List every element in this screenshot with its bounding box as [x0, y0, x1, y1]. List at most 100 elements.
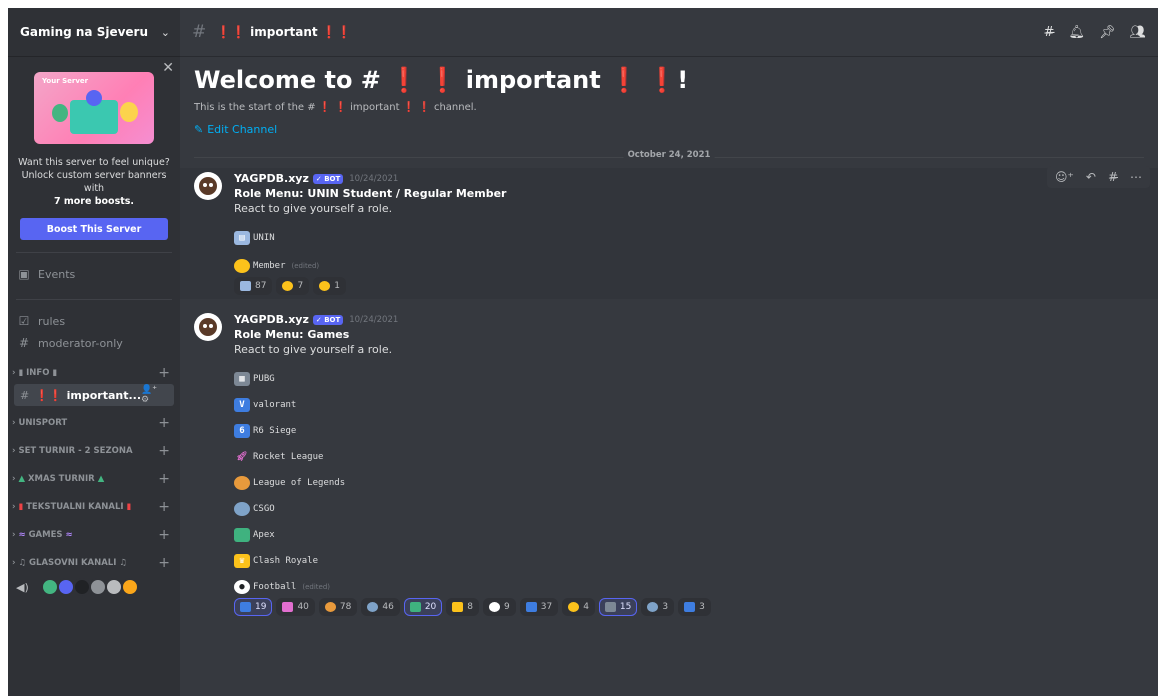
- hash-icon: #: [20, 388, 30, 402]
- calendar-icon: ▣: [18, 267, 30, 281]
- reaction-rocket[interactable]: 40: [276, 598, 315, 616]
- bell-icon[interactable]: 🔔︎: [1068, 25, 1085, 40]
- message-title: Role Menu: Games: [234, 328, 350, 341]
- reaction-book[interactable]: 87: [234, 277, 273, 295]
- close-icon[interactable]: ✕: [162, 60, 174, 76]
- role-option: CSGO: [234, 502, 1144, 516]
- reaction-valorant[interactable]: 37: [519, 598, 559, 616]
- channel-settings-icons[interactable]: 👤⁺ ⚙: [141, 385, 168, 405]
- channel-label: moderator-only: [38, 336, 123, 350]
- category-label: › ▮ TEKSTUALNI KANALI ▮: [12, 502, 132, 512]
- channel-important-active[interactable]: # ❗❗ important... 👤⁺ ⚙: [14, 384, 174, 406]
- avatar[interactable]: [194, 313, 222, 341]
- banner-decoration: [86, 90, 102, 106]
- server-name: Gaming na Sjeveru: [20, 25, 149, 39]
- reaction-apex[interactable]: 20: [403, 598, 443, 616]
- reaction-pubg[interactable]: 15: [598, 598, 638, 616]
- role-option: Member (edited): [234, 259, 1144, 273]
- banner-decoration: [52, 104, 68, 122]
- role-option: 6 R6 Siege: [234, 424, 1144, 438]
- reaction-cloud[interactable]: 3: [641, 598, 675, 616]
- role-option: ♛ Clash Royale: [234, 554, 1144, 568]
- hash-icon: #: [18, 336, 30, 350]
- plus-icon[interactable]: +: [158, 499, 170, 515]
- bot-badge: ✓ BOT: [312, 173, 344, 184]
- message-timestamp: 10/24/2021: [349, 314, 399, 325]
- boost-server-button[interactable]: Boost This Server: [20, 218, 168, 240]
- message[interactable]: YAGPDB.xyz ✓ BOT 10/24/2021 Role Menu: G…: [180, 309, 1158, 620]
- reaction-baby[interactable]: 7: [276, 277, 310, 295]
- role-option: 🚀︎ Rocket League: [234, 450, 1144, 464]
- reaction-sunglasses[interactable]: 4: [562, 598, 595, 616]
- pencil-icon: ✎: [194, 123, 204, 136]
- plus-icon[interactable]: +: [158, 527, 170, 543]
- category-unisport[interactable]: › UNISPORT +: [8, 412, 180, 434]
- category-label: › ♫ GLASOVNI KANALI ♫: [12, 558, 127, 568]
- channel-rules[interactable]: ☑ rules: [8, 310, 180, 332]
- plus-icon[interactable]: +: [158, 365, 170, 381]
- message-text: React to give yourself a role.: [234, 202, 393, 215]
- category-info[interactable]: › ▮ INFO ▮ +: [8, 362, 180, 384]
- reaction-f[interactable]: 3: [678, 598, 711, 616]
- avatar[interactable]: [194, 172, 222, 200]
- category-label: › ▮ INFO ▮: [12, 368, 58, 378]
- role-option: League of Legends: [234, 476, 1144, 490]
- reaction-clash[interactable]: 8: [446, 598, 479, 616]
- boost-banner-image: Your Server: [34, 72, 154, 144]
- channel-title: important: [250, 25, 318, 39]
- thread-icon[interactable]: #̶: [1108, 170, 1118, 184]
- reply-icon[interactable]: ↶: [1086, 170, 1096, 184]
- threads-icon[interactable]: #̶: [1044, 25, 1055, 40]
- plus-icon[interactable]: +: [158, 555, 170, 571]
- chevron-down-icon[interactable]: ⌄: [161, 26, 170, 39]
- category-games[interactable]: › ≈ GAMES ≈ +: [8, 524, 180, 546]
- welcome-title: Welcome to # ❗ ❗ important ❗ ❗!: [194, 66, 689, 94]
- exclamation-icon: ❗❗: [35, 388, 63, 402]
- avatar[interactable]: [120, 578, 139, 596]
- server-header[interactable]: Gaming na Sjeveru ⌄: [8, 8, 180, 56]
- add-reaction-icon[interactable]: ☺⁺: [1055, 170, 1074, 184]
- bot-badge: ✓ BOT: [312, 314, 344, 325]
- edit-channel-link[interactable]: ✎ Edit Channel: [194, 123, 1144, 136]
- reaction-sunglasses[interactable]: 1: [313, 277, 346, 295]
- banner-title: Your Server: [42, 77, 89, 85]
- category-tekstualni[interactable]: › ▮ TEKSTUALNI KANALI ▮ +: [8, 496, 180, 518]
- message[interactable]: ☺⁺ ↶ #̶ ⋯ YAGPDB.xyz ✓ BOT 10/24/2021 Ro…: [180, 166, 1158, 299]
- channel-label: rules: [38, 314, 66, 328]
- reaction-football[interactable]: 9: [483, 598, 516, 616]
- boost-line: Unlock custom server banners with: [21, 170, 167, 194]
- pin-icon[interactable]: 📌︎: [1099, 25, 1116, 40]
- channel-welcome: Welcome to # ❗ ❗ important ❗ ❗! This is …: [180, 56, 1158, 136]
- plus-icon[interactable]: +: [158, 471, 170, 487]
- plus-icon[interactable]: +: [158, 415, 170, 431]
- message-author[interactable]: YAGPDB.xyz: [234, 172, 309, 185]
- more-icon[interactable]: ⋯: [1130, 170, 1142, 184]
- reaction-csgo[interactable]: 46: [361, 598, 400, 616]
- v-icon: V: [234, 398, 250, 412]
- message-timestamp: 10/24/2021: [349, 173, 399, 184]
- pubg-icon: ▦: [234, 372, 250, 386]
- sidebar-item-events[interactable]: ▣ Events: [8, 261, 180, 287]
- speaker-icon: ◀): [16, 580, 29, 594]
- reaction-lol[interactable]: 78: [318, 598, 358, 616]
- category-glasovni[interactable]: › ♫ GLASOVNI KANALI ♫ +: [8, 552, 180, 574]
- category-xmas-turnir[interactable]: › ▲ XMAS TURNIR ▲ +: [8, 468, 180, 490]
- water-pistol-icon: [234, 528, 250, 542]
- voice-users[interactable]: ◀): [8, 574, 180, 600]
- plus-icon[interactable]: +: [158, 443, 170, 459]
- members-icon[interactable]: 👥︎: [1129, 25, 1146, 40]
- soccer-ball-icon: ●: [234, 580, 250, 594]
- baby-icon: [234, 259, 250, 273]
- category-label: › ≈ GAMES ≈: [12, 530, 73, 540]
- category-label: › ▲ XMAS TURNIR ▲: [12, 474, 105, 484]
- reactions: 19 40 78 46 20 8 9 37 4 15 3 3: [234, 598, 1144, 616]
- reactions: 87 7 1: [234, 277, 1144, 295]
- main-chat: # ❗❗ important ❗❗ #̶ 🔔︎ 📌︎ 👥︎ Welcome to…: [180, 8, 1158, 696]
- category-set-turnir[interactable]: › SET TURNIR - 2 SEZONA +: [8, 440, 180, 462]
- message-author[interactable]: YAGPDB.xyz: [234, 313, 309, 326]
- detective-icon: [234, 476, 250, 490]
- channel-moderator-only[interactable]: # moderator-only: [8, 332, 180, 354]
- rules-icon: ☑: [18, 314, 30, 328]
- discord-app: Gaming na Sjeveru ⌄ ✕ Your Server Want t…: [8, 8, 1158, 696]
- reaction-r6[interactable]: 19: [234, 598, 273, 616]
